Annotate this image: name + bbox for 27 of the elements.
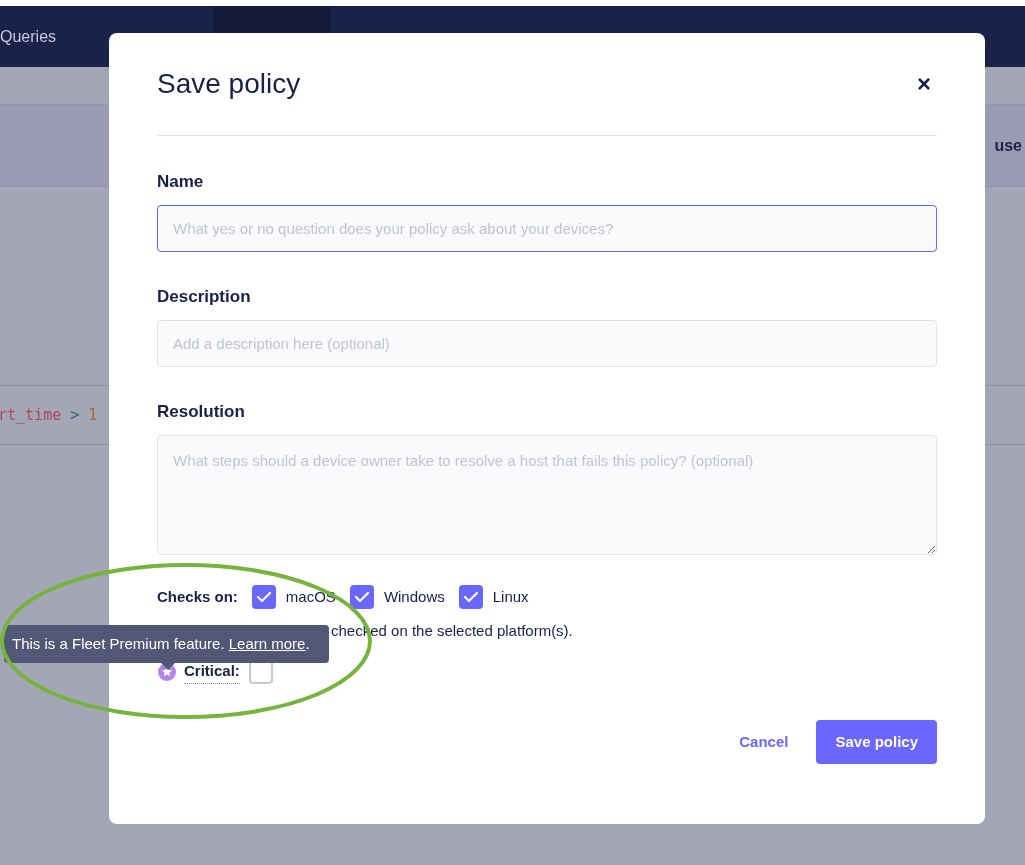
input-field[interactable]: What yes or no question does your policy ask about your devices? [157, 205, 937, 252]
close-button[interactable]: × [911, 66, 937, 102]
textarea-field[interactable]: What steps should a device owner take to resolve a host that fails this policy? (optional) [157, 435, 937, 555]
cancel-button[interactable]: Cancel [739, 720, 789, 764]
platform-label: Linux [492, 586, 529, 607]
checkbox[interactable] [251, 585, 276, 609]
checkmark-icon [353, 591, 370, 603]
code-token: > [70, 404, 80, 426]
tooltip-text: This is a Fleet Premium feature. [12, 633, 226, 654]
modal-title: Save policy [157, 67, 301, 101]
code-token: rt_time [0, 404, 62, 426]
checkmark-icon [462, 591, 479, 603]
save-button[interactable]: Save policy [816, 720, 937, 764]
checkmark-icon [255, 591, 272, 603]
checkbox[interactable] [458, 585, 483, 609]
tooltip-period: . [305, 633, 310, 654]
checkbox[interactable] [349, 585, 374, 609]
platform-label: macOS [285, 586, 336, 607]
banner-text: use [994, 135, 1023, 156]
field-label: Name [157, 171, 205, 191]
nav-tab[interactable]: Queries [0, 6, 59, 67]
platforms-label: Checks on: [157, 586, 238, 607]
platform-label: Windows [383, 586, 445, 607]
learn-more-link[interactable]: Learn more [228, 632, 306, 656]
field-label: Resolution [157, 401, 246, 421]
code-token: 1 [88, 404, 98, 426]
field-label: Description [157, 286, 252, 306]
